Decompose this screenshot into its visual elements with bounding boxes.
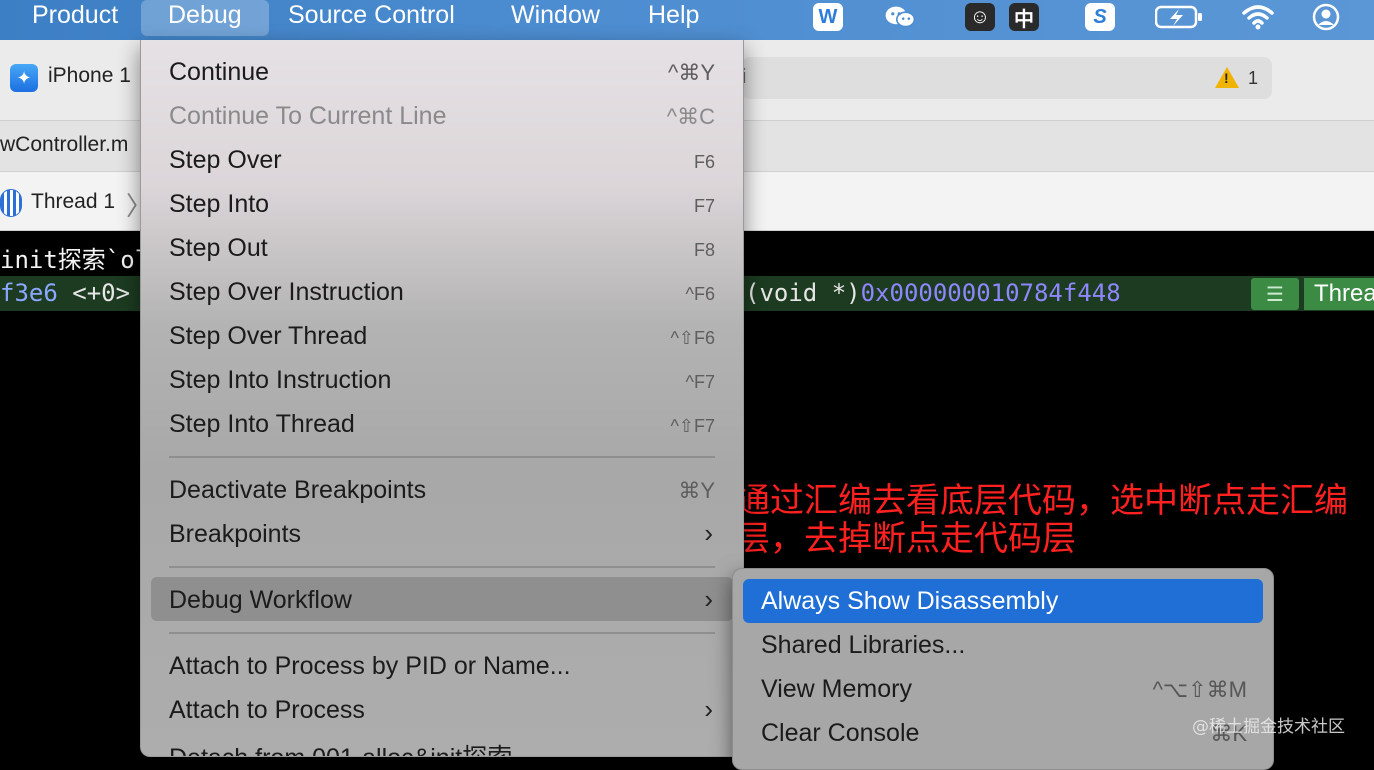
operand-type: (void *) bbox=[745, 279, 861, 307]
wechat-icon[interactable] bbox=[884, 2, 916, 32]
submenu-arrow-icon: › bbox=[704, 584, 713, 614]
warning-icon-mark: ! bbox=[1224, 70, 1229, 86]
menu-source-control[interactable]: Source Control bbox=[288, 0, 455, 40]
menu-separator bbox=[169, 566, 715, 568]
jump-bar-thread[interactable]: Thread 1 bbox=[31, 190, 115, 214]
submenu-item-shared-libraries[interactable]: Shared Libraries... bbox=[761, 631, 965, 660]
activity-viewer bbox=[742, 57, 1272, 99]
submenu-item-clear-console[interactable]: Clear Console bbox=[761, 719, 919, 748]
shortcut-step-over: F6 bbox=[693, 152, 715, 172]
warning-count[interactable]: 1 bbox=[1248, 68, 1258, 89]
menu-item-step-into[interactable]: Step Into bbox=[169, 190, 269, 219]
shortcut-step-out: F8 bbox=[693, 240, 715, 260]
wps-icon[interactable]: W bbox=[812, 2, 844, 32]
menu-item-step-into-thread[interactable]: Step Into Thread bbox=[169, 410, 355, 439]
run-destination[interactable]: iPhone 1 bbox=[48, 64, 131, 88]
menu-item-detach[interactable]: Detach from 001-alloc&init探索 bbox=[169, 738, 512, 756]
wifi-icon[interactable] bbox=[1242, 2, 1274, 32]
shortcut-step-over-thread: ^⇧F6 bbox=[670, 328, 715, 348]
submenu-arrow-icon: › bbox=[704, 518, 713, 548]
submenu-item-always-show-disassembly[interactable]: Always Show Disassembly bbox=[761, 587, 1058, 616]
menu-item-breakpoints[interactable]: Breakpoints bbox=[169, 520, 301, 549]
input-method-chinese-icon[interactable]: 中 bbox=[1008, 2, 1040, 32]
watermark: @稀土掘金技术社区 bbox=[1192, 717, 1345, 737]
menu-item-step-over-thread[interactable]: Step Over Thread bbox=[169, 322, 367, 351]
sogou-icon[interactable]: S bbox=[1084, 2, 1116, 32]
instruction-operand: (void *)0x000000010784f448 bbox=[745, 279, 1121, 307]
thread-icon bbox=[0, 189, 22, 217]
annotation-line-2: 层，去掉断点走代码层 bbox=[736, 519, 1076, 558]
instruction-offset: <+0> bbox=[57, 279, 131, 307]
hamburger-icon[interactable]: ☰ bbox=[1251, 278, 1299, 310]
menu-separator bbox=[169, 632, 715, 634]
shortcut-continue: ^⌘Y bbox=[668, 60, 715, 85]
menu-debug[interactable]: Debug bbox=[141, 0, 269, 36]
shortcut-view-memory: ^⌥⇧⌘M bbox=[1152, 677, 1247, 702]
menu-help[interactable]: Help bbox=[648, 0, 699, 40]
menu-window[interactable]: Window bbox=[511, 0, 600, 40]
menu-separator bbox=[169, 456, 715, 458]
annotation-text: 通过汇编去看底层代码，选中断点走汇编 层，去掉断点走代码层 bbox=[736, 482, 1374, 558]
menu-item-step-out[interactable]: Step Out bbox=[169, 234, 268, 263]
operand-hex: 0x000000010784f448 bbox=[860, 279, 1121, 307]
disassembly-header: init探索`ol bbox=[0, 246, 150, 274]
annotation-line-1: 通过汇编去看底层代码，选中断点走汇编 bbox=[736, 482, 1348, 521]
input-method-emoji-icon[interactable]: ☺ bbox=[964, 2, 996, 32]
tab-file[interactable]: wController.m bbox=[0, 133, 128, 157]
menu-product[interactable]: Product bbox=[32, 0, 118, 40]
thread-indicator-badge[interactable]: Threa bbox=[1304, 278, 1374, 310]
menu-item-step-over-instruction[interactable]: Step Over Instruction bbox=[169, 278, 404, 307]
menu-item-attach-to-process[interactable]: Attach to Process bbox=[169, 696, 365, 725]
menu-item-step-into-instruction[interactable]: Step Into Instruction bbox=[169, 366, 391, 395]
menu-item-attach-by-pid[interactable]: Attach to Process by PID or Name... bbox=[169, 652, 571, 681]
address-suffix: f3e6 bbox=[0, 279, 58, 307]
menu-item-continue-to-current-line: Continue To Current Line bbox=[169, 102, 447, 130]
instruction-address: f3e6 <+0> bbox=[0, 279, 130, 307]
menu-item-step-over[interactable]: Step Over bbox=[169, 146, 282, 175]
shortcut-step-into: F7 bbox=[693, 196, 715, 216]
submenu-item-view-memory[interactable]: View Memory bbox=[761, 675, 912, 704]
app-target-icon[interactable]: ✦ bbox=[10, 64, 38, 92]
shortcut-step-over-instruction: ^F6 bbox=[685, 284, 715, 304]
debug-workflow-submenu: Always Show Disassembly Shared Libraries… bbox=[732, 568, 1274, 770]
menu-bar: Product Debug Source Control Window Help… bbox=[0, 0, 1374, 40]
menu-item-continue[interactable]: Continue bbox=[169, 58, 269, 87]
submenu-arrow-icon: › bbox=[704, 694, 713, 724]
shortcut-step-into-thread: ^⇧F7 bbox=[670, 416, 715, 436]
shortcut-deactivate-breakpoints: ⌘Y bbox=[678, 478, 715, 503]
shortcut-continue-to-current-line: ^⌘C bbox=[666, 104, 715, 129]
menu-item-debug-workflow[interactable]: Debug Workflow bbox=[169, 586, 352, 615]
battery-icon[interactable] bbox=[1154, 2, 1204, 32]
menu-item-deactivate-breakpoints[interactable]: Deactivate Breakpoints bbox=[169, 476, 426, 505]
user-account-icon[interactable] bbox=[1310, 2, 1342, 32]
shortcut-step-into-instruction: ^F7 bbox=[685, 372, 715, 392]
debug-menu: Continue ^⌘Y Continue To Current Line ^⌘… bbox=[140, 40, 744, 757]
